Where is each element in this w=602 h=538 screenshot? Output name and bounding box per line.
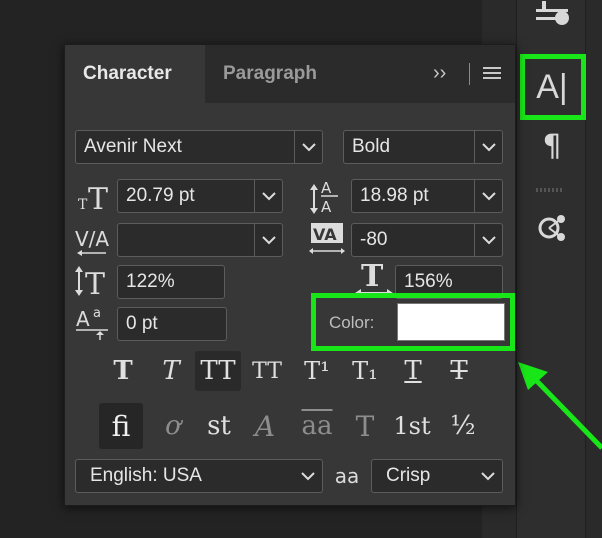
type-style-buttons: T T TT TT T¹ T₁ T T: [105, 351, 485, 391]
chevron-down-icon[interactable]: [294, 460, 322, 492]
annotation-arrow: [518, 362, 602, 450]
baseline-shift-value: 0 pt: [126, 313, 158, 334]
chevron-down-icon[interactable]: [254, 224, 282, 256]
tracking-value: -80: [360, 229, 388, 250]
horizontal-scale-value: 156%: [404, 271, 453, 292]
language-select[interactable]: English: USA: [75, 459, 323, 493]
antialias-select[interactable]: Crisp: [371, 459, 503, 493]
titling-alternates-button[interactable]: aa: [295, 403, 339, 449]
tab-character[interactable]: Character: [65, 45, 205, 103]
paragraph-panel-dock-button[interactable]: ¶: [530, 126, 574, 166]
dock-highlight-box: [520, 54, 586, 120]
svg-text:A: A: [76, 307, 90, 331]
panel-tab-bar: Character Paragraph ››: [65, 45, 515, 103]
vertical-scale-field[interactable]: 122%: [117, 265, 225, 299]
discretionary-ligatures-button[interactable]: ơ: [153, 403, 193, 449]
baseline-shift-field[interactable]: 0 pt: [117, 307, 227, 341]
svg-text:T: T: [85, 267, 105, 298]
svg-text:T: T: [88, 182, 108, 213]
svg-text:T: T: [361, 260, 384, 294]
vertical-scale-value: 122%: [126, 271, 175, 292]
ordinals-button[interactable]: 1st: [389, 403, 435, 449]
st-ligature-button[interactable]: st: [199, 403, 239, 449]
sliders-icon: [536, 1, 569, 25]
dock-separator: [536, 188, 564, 192]
svg-text:a: a: [93, 306, 101, 321]
small-caps-button[interactable]: TT: [247, 351, 287, 391]
font-size-field[interactable]: 20.79 pt: [117, 179, 283, 213]
vertical-scale-icon: T: [73, 263, 113, 299]
svg-text:A: A: [321, 179, 332, 197]
baseline-shift-icon: A a: [73, 303, 113, 341]
underline-button[interactable]: T: [395, 351, 431, 391]
faux-italic-button[interactable]: T: [153, 351, 189, 391]
double-chevron-right-icon[interactable]: ››: [433, 62, 446, 85]
tab-paragraph[interactable]: Paragraph: [205, 45, 335, 103]
font-style-value: Bold: [352, 136, 391, 157]
kerning-field[interactable]: [117, 223, 283, 257]
leading-field[interactable]: 18.98 pt: [351, 179, 503, 213]
tracking-icon: VA: [309, 221, 347, 259]
antialias-icon: aa: [329, 459, 365, 493]
kerning-icon: V/A: [73, 223, 113, 259]
font-style-select[interactable]: Bold: [343, 130, 503, 164]
character-panel: Character Paragraph ›› Avenir Next Bold …: [64, 44, 516, 506]
leading-value: 18.98 pt: [360, 185, 429, 206]
adjustments-dock-button[interactable]: [530, 0, 574, 30]
glyphs-dock-button[interactable]: [530, 206, 574, 250]
chevron-down-icon[interactable]: [474, 131, 502, 163]
font-size-icon: T T: [75, 179, 115, 215]
tab-bar-divider: [469, 63, 470, 85]
tracking-field[interactable]: -80: [351, 223, 503, 257]
font-family-value: Avenir Next: [84, 136, 182, 157]
svg-text:T: T: [78, 197, 88, 213]
hamburger-menu-icon[interactable]: [483, 67, 501, 82]
all-caps-button[interactable]: TT: [195, 351, 241, 391]
faux-bold-button[interactable]: T: [105, 351, 141, 391]
chevron-down-icon[interactable]: [474, 224, 502, 256]
svg-text:VA: VA: [313, 225, 337, 244]
leading-icon: A A: [307, 177, 343, 215]
superscript-button[interactable]: T¹: [297, 351, 337, 391]
subscript-button[interactable]: T₁: [345, 351, 385, 391]
opentype-buttons: fi ơ st A aa T 1st ½: [99, 403, 499, 449]
font-family-select[interactable]: Avenir Next: [75, 130, 323, 164]
pilcrow-icon: ¶: [542, 128, 562, 164]
antialias-value: Crisp: [386, 465, 431, 486]
antialias-glyph: aa: [334, 464, 360, 488]
strikethrough-button[interactable]: T: [441, 351, 477, 391]
chevron-down-icon[interactable]: [294, 131, 322, 163]
stylistic-alternates-button[interactable]: T: [345, 403, 385, 449]
chevron-down-icon[interactable]: [474, 460, 502, 492]
language-value: English: USA: [90, 465, 202, 486]
standard-ligatures-button[interactable]: fi: [99, 403, 143, 449]
font-size-value: 20.79 pt: [126, 185, 195, 206]
svg-text:V/A: V/A: [75, 227, 109, 251]
color-highlight-box: [311, 293, 515, 351]
fractions-button[interactable]: ½: [445, 403, 481, 449]
chevron-down-icon[interactable]: [474, 180, 502, 212]
swash-button[interactable]: A: [245, 403, 285, 449]
svg-text:A: A: [321, 198, 332, 214]
chevron-down-icon[interactable]: [254, 180, 282, 212]
glyphs-icon: [538, 215, 565, 241]
